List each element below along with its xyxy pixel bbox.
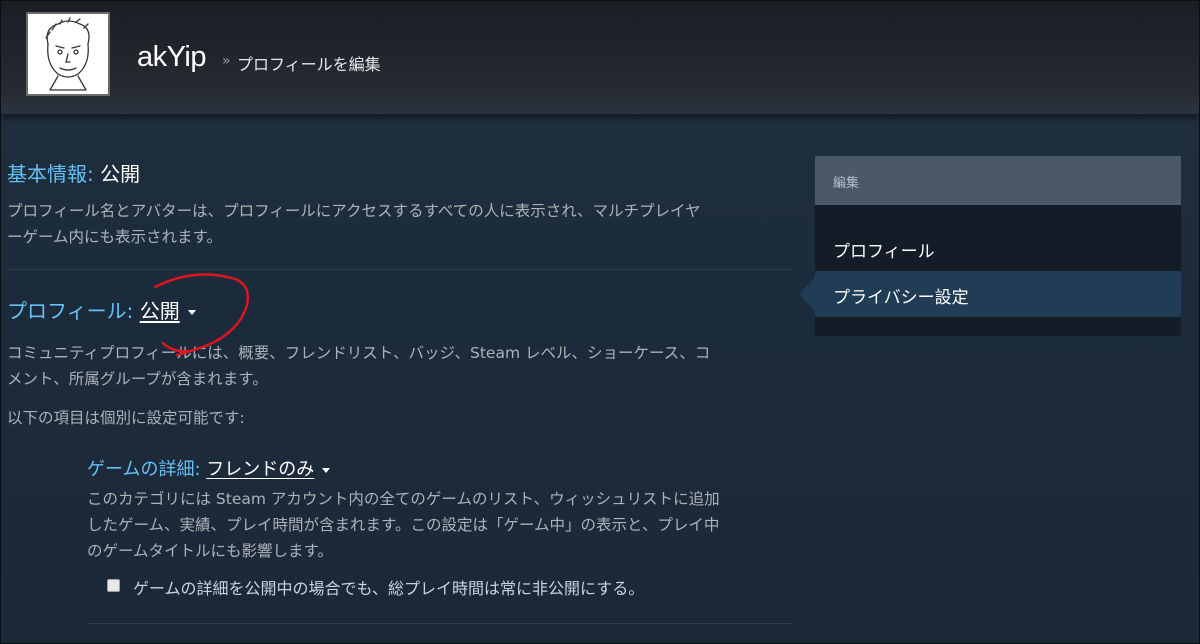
profile-desc-line-1: コミュニティプロフィールには、概要、フレンドリスト、バッジ、Steam レベル、…	[7, 344, 711, 362]
basic-desc-line-1: プロフィール名とアバターは、プロフィールにアクセスするすべての人に表示され、マル…	[7, 202, 701, 220]
hide-playtime-checkbox[interactable]	[107, 579, 120, 592]
sidebar-item-label: プライバシー設定	[833, 288, 969, 308]
profile-desc-line-2: メント、所属グループが含まれます。	[7, 370, 268, 388]
sidebar-heading-label: 編集	[833, 176, 860, 191]
profile-privacy-value: 公開	[139, 299, 180, 323]
game-desc-line-1: このカテゴリには Steam アカウント内の全てのゲームのリスト、ウィッシュリス…	[87, 490, 720, 508]
active-item-pointer	[799, 277, 815, 311]
game-details-label: ゲームの詳細:	[87, 459, 201, 480]
page-frame: akYip » プロフィールを編集 基本情報: 公開 プロフィール名とアバターは…	[0, 0, 1200, 644]
profile-header: akYip » プロフィールを編集	[1, 1, 1199, 115]
basic-desc-line-2: ーゲーム内にも表示されます。	[7, 228, 222, 246]
avatar[interactable]	[26, 12, 110, 96]
game-desc-line-2: したゲーム、実績、プレイ時間が含まれます。この設定は「ゲーム中」の表示と、プレイ…	[87, 516, 720, 534]
breadcrumb-separator: »	[222, 53, 231, 69]
game-desc-line-3: のゲームタイトルにも影響します。	[87, 542, 333, 560]
profile-privacy-label: プロフィール:	[7, 299, 134, 323]
chevron-down-icon[interactable]	[187, 310, 196, 315]
game-details-description: このカテゴリには Steam アカウント内の全てのゲームのリスト、ウィッシュリス…	[87, 486, 807, 564]
sidebar-item-label: プロフィール	[833, 242, 935, 262]
section-divider	[7, 269, 793, 270]
hide-playtime-label[interactable]: ゲームの詳細を公開中の場合でも、総プレイ時間は常に非公開にする。	[133, 575, 644, 599]
sidebar-item-profile[interactable]: プロフィール	[815, 225, 1181, 271]
basic-info-description: プロフィール名とアバターは、プロフィールにアクセスするすべての人に表示され、マル…	[7, 198, 797, 250]
game-details-heading: ゲームの詳細: フレンドのみ	[87, 455, 331, 481]
avatar-sketch-icon	[45, 17, 90, 91]
header-glow	[1, 91, 1199, 115]
individual-settings-note: 以下の項目は個別に設定可能です:	[7, 409, 245, 427]
persona-name[interactable]: akYip	[137, 41, 206, 74]
basic-info-label: 基本情報:	[7, 162, 94, 186]
game-details-dropdown[interactable]: フレンドのみ	[206, 459, 314, 480]
sidebar-item-privacy[interactable]: プライバシー設定	[815, 271, 1181, 317]
sidebar-heading: 編集	[815, 156, 1181, 205]
basic-info-heading: 基本情報: 公開	[7, 158, 140, 187]
game-details-value: フレンドのみ	[206, 459, 315, 480]
basic-info-value: 公開	[100, 162, 141, 186]
profile-description: コミュニティプロフィールには、概要、フレンドリスト、バッジ、Steam レベル、…	[7, 340, 797, 392]
chevron-down-icon[interactable]	[322, 467, 331, 473]
profile-privacy-dropdown[interactable]: 公開	[140, 299, 180, 323]
profile-privacy-heading: プロフィール: 公開	[7, 295, 196, 324]
bottom-divider	[87, 623, 793, 624]
breadcrumb: プロフィールを編集	[237, 55, 381, 74]
edit-sidebar: 編集 プロフィール プライバシー設定	[815, 156, 1181, 336]
